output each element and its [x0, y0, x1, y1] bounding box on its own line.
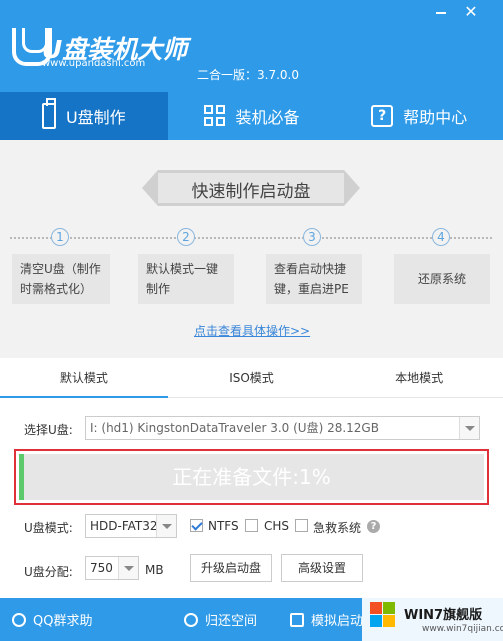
steps-divider: [10, 237, 492, 239]
watermark: WIN7旗舰版 www.win7qijian.com: [362, 598, 503, 641]
progress-highlight: 正在准备文件:1%: [14, 449, 489, 505]
tab-label: 帮助中心: [403, 108, 468, 127]
tab-iso-mode[interactable]: ISO模式: [168, 358, 336, 397]
step-box: 查看启动快捷键，重启进PE: [266, 254, 362, 304]
chevron-down-icon: [118, 557, 138, 579]
chs-checkbox[interactable]: [245, 519, 258, 532]
monitor-icon: [290, 612, 304, 627]
banner-title: 快速制作启动盘: [191, 182, 311, 202]
step-number: 3: [303, 228, 321, 246]
tab-label: 装机必备: [235, 108, 300, 127]
banner: 快速制作启动盘: [142, 170, 360, 206]
minimize-button[interactable]: [432, 4, 450, 20]
mode-label: U盘模式:: [24, 521, 73, 535]
logo-url: www.upandashi.com: [42, 58, 146, 69]
progress-text: 正在准备文件:1%: [172, 465, 331, 489]
chevron-down-icon: [156, 515, 176, 537]
version-label: 二合一版：3.7.0.0: [197, 68, 299, 82]
top-nav: U盘制作 装机必备 ? 帮助中心: [0, 92, 503, 140]
usb-icon: [41, 98, 56, 129]
simulate-boot-button[interactable]: 模拟启动: [290, 610, 363, 629]
step-number: 4: [432, 228, 450, 246]
select-u-label: 选择U盘:: [24, 423, 73, 437]
step-box: 清空U盘（制作时需格式化）: [12, 254, 110, 304]
mode-select[interactable]: HDD-FAT32: [85, 514, 177, 538]
restore-space-button[interactable]: 归还空间: [184, 610, 257, 629]
watermark-title: WIN7旗舰版: [404, 608, 483, 623]
step-box: 默认模式一键制作: [138, 254, 234, 304]
ntfs-label: NTFS: [208, 519, 239, 533]
header: U盘装机大师 www.upandashi.com 二合一版：3.7.0.0 ✕: [0, 0, 503, 92]
windows-logo-icon: [370, 602, 396, 628]
u-disk-select-value: I: (hd1) KingstonDataTraveler 3.0 (U盘) 2…: [90, 421, 379, 435]
ntfs-checkbox[interactable]: [190, 519, 203, 532]
grid-icon: [203, 105, 226, 127]
step-number: 1: [51, 228, 69, 246]
progress-bar: 正在准备文件:1%: [19, 454, 484, 500]
mode-tabs: 默认模式 ISO模式 本地模式: [0, 358, 503, 398]
partition-select-value: 750: [90, 561, 113, 575]
qq-help-label: QQ群求助: [33, 614, 93, 629]
restore-space-label: 归还空间: [205, 614, 258, 629]
u-disk-select[interactable]: I: (hd1) KingstonDataTraveler 3.0 (U盘) 2…: [85, 416, 480, 440]
qq-icon: [12, 612, 26, 627]
partition-label: U盘分配:: [24, 565, 73, 579]
tab-label: U盘制作: [65, 108, 126, 127]
view-details-link[interactable]: 点击查看具体操作>>: [194, 322, 310, 339]
step-box: 还原系统: [394, 254, 490, 304]
help-icon: ?: [371, 105, 394, 127]
qq-help-button[interactable]: QQ群求助: [12, 610, 92, 629]
step-number: 2: [177, 228, 195, 246]
close-button[interactable]: ✕: [462, 4, 480, 20]
upgrade-boot-button[interactable]: 升级启动盘: [190, 554, 272, 582]
chs-label: CHS: [264, 519, 290, 533]
tab-default-mode[interactable]: 默认模式: [0, 358, 168, 398]
rescue-checkbox[interactable]: [295, 519, 308, 532]
partition-unit: MB: [145, 563, 164, 577]
simulate-boot-label: 模拟启动: [311, 614, 364, 629]
tab-help-center[interactable]: ? 帮助中心: [335, 92, 503, 140]
help-question-icon[interactable]: ?: [367, 520, 380, 533]
watermark-url: www.win7qijian.com: [422, 624, 503, 634]
tab-local-mode[interactable]: 本地模式: [335, 358, 503, 397]
tab-essentials[interactable]: 装机必备: [168, 92, 336, 140]
restore-icon: [184, 612, 198, 627]
tab-u-disk-make[interactable]: U盘制作: [0, 92, 168, 140]
advanced-settings-button[interactable]: 高级设置: [281, 554, 363, 582]
partition-select[interactable]: 750: [85, 556, 139, 580]
rescue-label: 急救系统: [313, 521, 362, 535]
mode-select-value: HDD-FAT32: [90, 519, 158, 533]
chevron-down-icon: [459, 417, 479, 439]
